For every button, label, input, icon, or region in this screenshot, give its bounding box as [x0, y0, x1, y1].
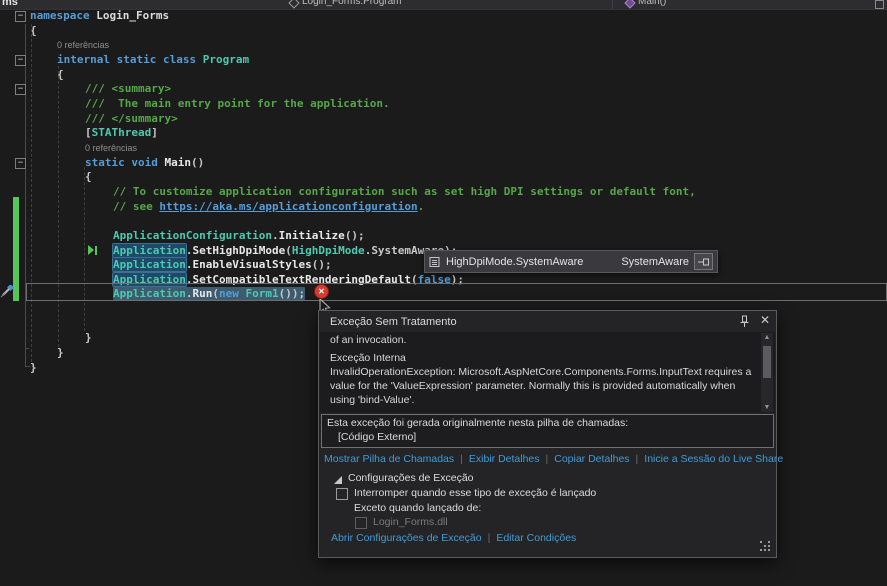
action-links: Mostrar Pilha de Chamadas|Exibir Detalhe… [324, 453, 783, 465]
breadcrumb-class-label[interactable]: Login_Forms.Program [302, 0, 401, 7]
method-icon [624, 0, 635, 8]
code-line[interactable]: ApplicationConfiguration.Initialize(); [0, 229, 887, 244]
live-share-link[interactable]: Inicie a Sessão do Live Share [644, 453, 783, 465]
code-line[interactable]: static void Main() [0, 156, 887, 171]
scroll-thumb[interactable] [763, 346, 771, 378]
datatip-pin-button[interactable] [694, 253, 713, 270]
code-line[interactable]: // To customize application configuratio… [0, 185, 887, 200]
edit-conditions-link[interactable]: Editar Condições [496, 532, 576, 544]
settings-expanded-icon[interactable] [334, 476, 342, 484]
breadcrumb[interactable]: Login_Forms.Program [290, 0, 401, 7]
nav-left-partial: ms [2, 0, 18, 8]
indent-guide [84, 167, 85, 331]
outline-structure-tick [25, 348, 29, 349]
outline-structure-line [25, 24, 26, 367]
resize-grip[interactable] [759, 540, 771, 552]
enum-icon [429, 256, 441, 268]
fold-collapse-icon[interactable]: − [15, 158, 26, 169]
breadcrumb-method-label[interactable]: Main() [638, 0, 666, 7]
code-line[interactable]: { [0, 68, 887, 83]
indent-guide [58, 66, 59, 347]
show-callstack-link[interactable]: Mostrar Pilha de Chamadas [324, 453, 454, 465]
dialog-title: Exceção Sem Tratamento [330, 316, 457, 328]
code-line[interactable]: /// The main entry point for the applica… [0, 97, 887, 112]
method-dropdown[interactable]: Main() [626, 0, 666, 7]
nav-separator [612, 0, 613, 9]
inner-exception-text: value for the 'ValueExpression' paramete… [330, 380, 735, 392]
datatip-expression: HighDpiMode.SystemAware [446, 256, 583, 268]
view-details-link[interactable]: Exibir Detalhes [469, 453, 540, 465]
code-line[interactable]: namespace Login_Forms [0, 9, 887, 24]
exception-dialog: Exceção Sem Tratamento ✕ of an invocatio… [318, 310, 777, 558]
callstack-origin-box: Esta exceção foi gerada originalmente ne… [321, 414, 774, 448]
fold-collapse-icon[interactable]: − [15, 11, 26, 22]
except-when-label: Exceto quando lançado de: [354, 502, 481, 514]
module-exception-checkbox[interactable] [355, 517, 367, 529]
message-overflow-line: of an invocation. [330, 334, 406, 346]
code-line[interactable]: // see https://aka.ms/applicationconfigu… [0, 200, 887, 215]
code-line[interactable]: { [0, 24, 887, 39]
exception-settings-heading: Configurações de Exceção [348, 472, 474, 484]
dialog-close-button[interactable]: ✕ [760, 313, 770, 327]
message-scrollbar[interactable]: ▲ ▼ [761, 333, 773, 412]
fold-collapse-icon[interactable]: − [15, 84, 26, 95]
module-exception-label[interactable]: Login_Forms.dll [373, 516, 448, 528]
quick-actions-screwdriver-icon[interactable] [0, 285, 14, 300]
code-line[interactable]: internal static class Program [0, 53, 887, 68]
debugger-datatip[interactable]: HighDpiMode.SystemAware SystemAware [424, 250, 718, 273]
class-icon [288, 0, 299, 8]
current-statement-box [26, 283, 887, 301]
break-on-exception-checkbox[interactable] [336, 488, 348, 500]
pin-icon [739, 315, 750, 328]
codelens-label[interactable]: 0 referências [0, 141, 887, 156]
inner-exception-text: using 'bind-Value'. [330, 394, 414, 406]
codelens-label[interactable]: 0 referências [0, 38, 887, 53]
dialog-pin-button[interactable] [739, 315, 750, 331]
outline-structure-tick [25, 366, 30, 367]
open-exception-settings-link[interactable]: Abrir Configurações de Exceção [331, 532, 482, 544]
pin-icon [698, 258, 710, 266]
code-line[interactable]: /// </summary> [0, 112, 887, 127]
code-line[interactable]: [STAThread] [0, 126, 887, 141]
settings-links: Abrir Configurações de Exceção|Editar Co… [331, 532, 576, 544]
datatip-value: SystemAware [621, 256, 689, 268]
nav-window-icon [875, 0, 884, 9]
stack-frame: [Código Externo] [338, 431, 416, 443]
code-line[interactable] [0, 214, 887, 229]
inner-exception-heading: Exceção Interna [330, 352, 406, 364]
scroll-down-icon[interactable]: ▼ [761, 404, 773, 411]
copy-details-link[interactable]: Copiar Detalhes [554, 453, 629, 465]
code-line[interactable]: /// <summary> [0, 82, 887, 97]
stack-heading: Esta exceção foi gerada originalmente ne… [327, 417, 628, 429]
indent-guide [31, 24, 32, 362]
inner-exception-text: InvalidOperationException: Microsoft.Asp… [330, 366, 751, 378]
run-to-cursor-icon[interactable] [88, 245, 97, 255]
exception-error-icon[interactable]: ✕ [315, 285, 328, 298]
code-line[interactable]: { [0, 170, 887, 185]
exception-message-panel: of an invocation. Exceção Interna Invali… [320, 332, 775, 413]
break-on-exception-label[interactable]: Interromper quando esse tipo de exceção … [354, 487, 596, 499]
scroll-up-icon[interactable]: ▲ [761, 334, 773, 341]
fold-collapse-icon[interactable]: − [15, 55, 26, 66]
visual-studio-debug-screen: ms Login_Forms.Program Main() namespace … [0, 0, 887, 586]
